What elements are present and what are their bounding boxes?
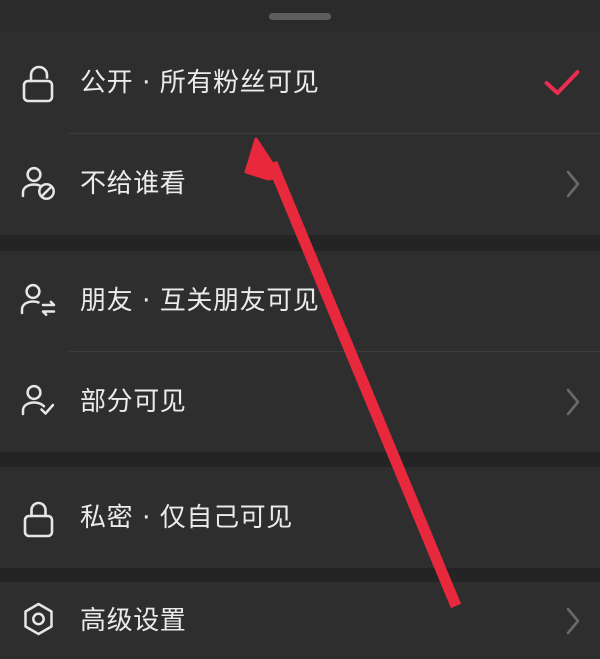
option-label: 部分可见: [80, 386, 187, 417]
option-label: 私密 · 仅自己可见: [80, 502, 293, 533]
visibility-friends-group: 朋友 · 互关朋友可见 部分可见: [0, 251, 600, 452]
hex-gear-icon: [16, 598, 62, 644]
chevron-right-icon: [566, 607, 580, 634]
person-check-icon: [16, 379, 62, 425]
option-label: 高级设置: [80, 605, 187, 636]
chevron-right-icon: [566, 170, 580, 198]
option-label: 公开 · 所有粉丝可见: [80, 67, 320, 98]
option-row-public[interactable]: 公开 · 所有粉丝可见: [0, 32, 600, 133]
row-accessory: [542, 65, 582, 101]
lock-icon: [16, 495, 62, 541]
option-row-hide-from[interactable]: 不给谁看: [0, 133, 600, 235]
visibility-public-group: 公开 · 所有粉丝可见 不给谁看: [0, 32, 600, 235]
person-block-icon: [16, 161, 62, 207]
visibility-private-group: 私密 · 仅自己可见: [0, 467, 600, 568]
option-row-partial[interactable]: 部分可见: [0, 351, 600, 452]
advanced-settings-group: 高级设置: [0, 582, 600, 659]
option-row-friends[interactable]: 朋友 · 互关朋友可见: [0, 251, 600, 351]
group-gap: [0, 568, 600, 582]
row-accessory[interactable]: [542, 168, 582, 200]
row-accessory[interactable]: [542, 386, 582, 418]
person-swap-icon: [16, 278, 62, 324]
check-icon: [544, 69, 580, 95]
option-row-advanced-settings[interactable]: 高级设置: [0, 582, 600, 659]
option-label: 不给谁看: [80, 169, 187, 199]
drag-handle[interactable]: [269, 12, 331, 20]
option-label: 朋友 · 互关朋友可见: [80, 286, 320, 316]
chevron-right-icon: [566, 388, 580, 415]
unlock-icon: [16, 60, 62, 106]
group-gap: [0, 235, 600, 251]
option-row-private[interactable]: 私密 · 仅自己可见: [0, 467, 600, 568]
row-accessory[interactable]: [542, 605, 582, 637]
sheet-header: [0, 0, 600, 32]
privacy-visibility-sheet: 公开 · 所有粉丝可见 不给谁看 朋友 · 互关朋友可见 部分可见 私密 · 仅…: [0, 0, 600, 659]
group-gap: [0, 452, 600, 467]
